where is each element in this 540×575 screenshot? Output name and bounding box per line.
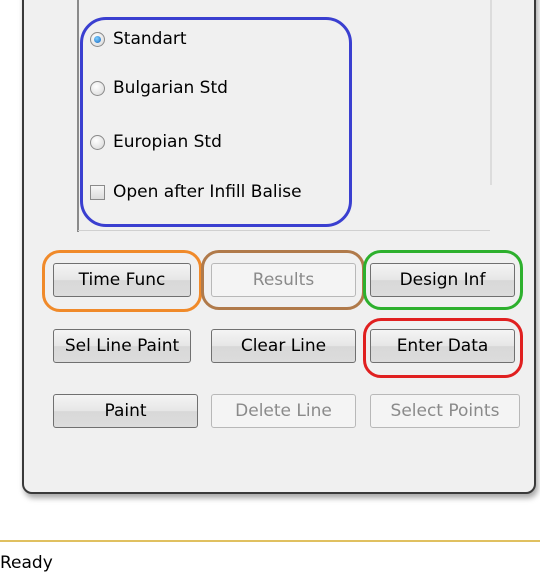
group-left-edge [77, 0, 79, 232]
radio-bulgarian-label: Bulgarian Std [113, 78, 228, 98]
status-text: Ready [0, 553, 53, 573]
design-inf-button[interactable]: Design Inf [370, 263, 515, 297]
enter-data-button[interactable]: Enter Data [370, 329, 515, 363]
delete-line-label: Delete Line [235, 401, 332, 421]
paint-button[interactable]: Paint [53, 394, 198, 428]
sel-line-paint-button[interactable]: Sel Line Paint [53, 329, 191, 363]
radio-checked-icon[interactable] [90, 31, 105, 47]
group-bottom-edge [78, 230, 490, 231]
radio-unchecked-icon[interactable] [90, 134, 105, 150]
time-func-button[interactable]: Time Func [53, 263, 191, 297]
clear-line-button[interactable]: Clear Line [211, 329, 356, 363]
checkbox-open-after-label: Open after Infill Balise [113, 182, 302, 202]
results-button[interactable]: Results [211, 263, 356, 297]
radio-unchecked-icon[interactable] [90, 80, 105, 96]
paint-label: Paint [104, 401, 147, 421]
results-label: Results [252, 270, 315, 290]
status-bar: Ready [0, 545, 540, 575]
enter-data-label: Enter Data [396, 336, 489, 356]
radio-europian-std[interactable]: Europian Std [90, 130, 222, 154]
group-right-edge [490, 0, 492, 185]
radio-bulgarian-std[interactable]: Bulgarian Std [90, 76, 228, 100]
clear-line-label: Clear Line [240, 336, 327, 356]
checkbox-open-after-infill[interactable]: Open after Infill Balise [90, 180, 302, 204]
sel-line-paint-label: Sel Line Paint [64, 336, 180, 356]
select-points-button[interactable]: Select Points [370, 394, 520, 428]
radio-europian-label: Europian Std [113, 132, 222, 152]
delete-line-button[interactable]: Delete Line [211, 394, 356, 428]
radio-standart[interactable]: Standart [90, 27, 187, 51]
select-points-label: Select Points [390, 401, 500, 421]
time-func-label: Time Func [78, 270, 166, 290]
radio-standart-label: Standart [113, 29, 187, 49]
design-inf-label: Design Inf [399, 270, 486, 290]
checkbox-icon[interactable] [90, 184, 105, 200]
status-separator [0, 540, 540, 542]
